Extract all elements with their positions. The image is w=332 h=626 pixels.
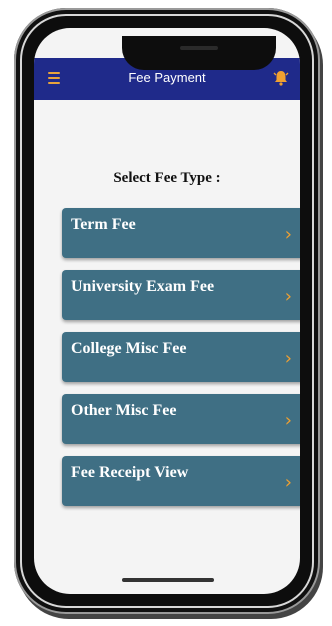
fee-type-label: Other Misc Fee	[71, 402, 177, 419]
chevron-right-icon: ›	[284, 224, 292, 245]
college-misc-fee-button[interactable]: College Misc Fee ›	[62, 332, 300, 382]
phone-notch	[122, 36, 276, 70]
fee-type-label: Term Fee	[71, 216, 136, 233]
other-misc-fee-button[interactable]: Other Misc Fee ›	[62, 394, 300, 444]
chevron-right-icon: ›	[284, 472, 292, 493]
bell-icon[interactable]	[272, 69, 290, 87]
phone-frame: Fee Payment Select Fee Type : Term Fee ›…	[14, 8, 320, 614]
chevron-right-icon: ›	[284, 348, 292, 369]
university-exam-fee-button[interactable]: University Exam Fee ›	[62, 270, 300, 320]
chevron-right-icon: ›	[284, 410, 292, 431]
app-screen: Fee Payment Select Fee Type : Term Fee ›…	[34, 28, 300, 594]
fee-receipt-view-button[interactable]: Fee Receipt View ›	[62, 456, 300, 506]
fee-type-label: College Misc Fee	[71, 340, 187, 357]
chevron-right-icon: ›	[284, 286, 292, 307]
section-title: Select Fee Type :	[113, 170, 221, 186]
fee-type-list: Term Fee › University Exam Fee › College…	[62, 208, 300, 518]
term-fee-button[interactable]: Term Fee ›	[62, 208, 300, 258]
speaker-grille	[180, 46, 218, 50]
fee-type-label: Fee Receipt View	[71, 464, 189, 481]
fee-type-label: University Exam Fee	[71, 278, 215, 295]
home-indicator[interactable]	[122, 578, 214, 582]
page-title: Fee Payment	[128, 70, 206, 85]
